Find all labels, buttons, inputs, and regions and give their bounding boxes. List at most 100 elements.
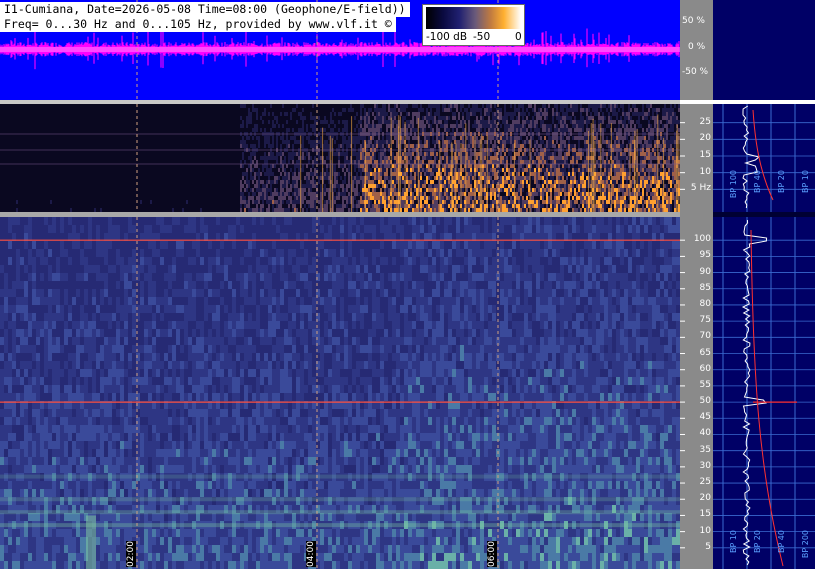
spectrogram-cell [106, 168, 108, 172]
spectrogram-cell [274, 124, 276, 128]
spectrogram-cell [138, 144, 140, 148]
spectrogram-cell [254, 176, 256, 180]
spectrogram-cell [298, 160, 300, 164]
spectrogram-cell [254, 168, 256, 172]
spectrogram-cell [280, 124, 282, 128]
spectrogram-cell [194, 192, 196, 196]
spectrogram-cell [22, 164, 24, 168]
spectrogram-cell [142, 160, 144, 164]
spectrogram-cell [242, 108, 244, 112]
spectrogram-cell [68, 176, 70, 180]
spectrogram-cell [36, 152, 38, 156]
spectrogram-cell [70, 120, 72, 124]
spectrogram-cell [222, 176, 224, 180]
spectrogram-cell [174, 160, 176, 164]
spectrogram-column [140, 104, 142, 212]
spectrogram-cell [184, 164, 186, 168]
spectrogram-cell [138, 184, 140, 188]
spectrogram-cell [10, 120, 12, 124]
spectrogram-cell [204, 144, 206, 148]
spectrogram-cell [242, 160, 244, 164]
spectrogram-cell [176, 172, 178, 176]
spectrogram-cell [234, 140, 236, 144]
spectrogram-cell [254, 120, 256, 124]
spectrogram-cell [156, 156, 158, 160]
spectrogram-cell [272, 168, 274, 172]
spectrogram-cell [198, 188, 200, 192]
spectrogram-cell [214, 168, 216, 172]
spectrogram-cell [194, 116, 196, 120]
spectrogram-cell [220, 156, 222, 160]
spectrogram-cell [36, 192, 38, 196]
spectrogram-cell [250, 152, 252, 156]
spectrogram-cell [292, 204, 294, 208]
spectrogram-cell [84, 156, 86, 160]
spectrogram-cell [32, 104, 34, 108]
spectrogram-cell [100, 160, 102, 164]
spectrogram-cell [12, 108, 14, 112]
spectrogram-cell [206, 164, 208, 168]
spectrogram-cell [4, 180, 6, 184]
spectrogram-cell [202, 188, 204, 192]
spectrogram-cell [206, 116, 208, 120]
spectrogram-cell [98, 156, 100, 160]
spectrogram-cell [228, 200, 230, 204]
spectrogram-cell [6, 184, 8, 188]
spectrogram-cell [286, 124, 288, 128]
spectrogram-column [270, 104, 272, 212]
spectrogram-cell [184, 128, 186, 132]
spectrogram-cell [6, 172, 8, 176]
spectrogram-cell [82, 112, 84, 116]
spectrogram-cell [302, 112, 304, 116]
spectrogram-cell [0, 112, 2, 116]
spectrogram-cell [296, 156, 298, 160]
spectrogram-cell [190, 200, 192, 204]
spectrogram-cell [144, 152, 146, 156]
spectrogram-cell [96, 192, 98, 196]
spectrogram-cell [196, 160, 198, 164]
spectrogram-cell [158, 200, 160, 204]
spectrogram-cell [42, 128, 44, 132]
spectrogram-cell [80, 120, 82, 124]
spectrogram-cell [224, 168, 226, 172]
spectrogram-cell [112, 136, 114, 140]
spectrogram-cell [122, 204, 124, 208]
spectrogram-cell [130, 184, 132, 188]
spectrogram-cell [38, 156, 40, 160]
spectrogram-cell [34, 160, 36, 164]
spectrogram-cell [8, 200, 10, 204]
spectrogram-cell [48, 116, 50, 120]
spectrogram-cell [180, 188, 182, 192]
spectrogram-cell [192, 160, 194, 164]
spectrogram-cell [260, 144, 262, 148]
spectrogram-cell [242, 192, 244, 196]
spectrogram-cell [88, 120, 90, 124]
spectrogram-cell [14, 172, 16, 176]
spectrogram-cell [188, 128, 190, 132]
spectrogram-column [190, 104, 192, 212]
spectrogram-cell [222, 168, 224, 172]
spectrogram-cell [150, 160, 152, 164]
spectrogram-cell [14, 136, 16, 140]
spectrogram-cell [236, 144, 238, 148]
spectrogram-cell [96, 160, 98, 164]
spectrogram-cell [168, 112, 170, 116]
spectrogram-cell [200, 192, 202, 196]
spectrogram-cell [186, 104, 188, 108]
spectrogram-cell [30, 176, 32, 180]
spectrogram-cell [214, 144, 216, 148]
spectrogram-column [208, 104, 210, 212]
spectrogram-cell [68, 172, 70, 176]
spectrogram-cell [240, 184, 242, 188]
spectrogram-cell [8, 156, 10, 160]
spectrogram-cell [62, 168, 64, 172]
spectrogram-cell [226, 104, 228, 108]
spectrogram-cell [6, 200, 8, 204]
spectrogram-cell [284, 152, 286, 156]
spectrogram-cell [78, 160, 80, 164]
spectrogram-cell [242, 128, 244, 132]
spectrogram-column [104, 104, 106, 212]
spectrogram-cell [294, 180, 296, 184]
spectrogram-cell [284, 176, 286, 180]
spectrogram-cell [220, 120, 222, 124]
